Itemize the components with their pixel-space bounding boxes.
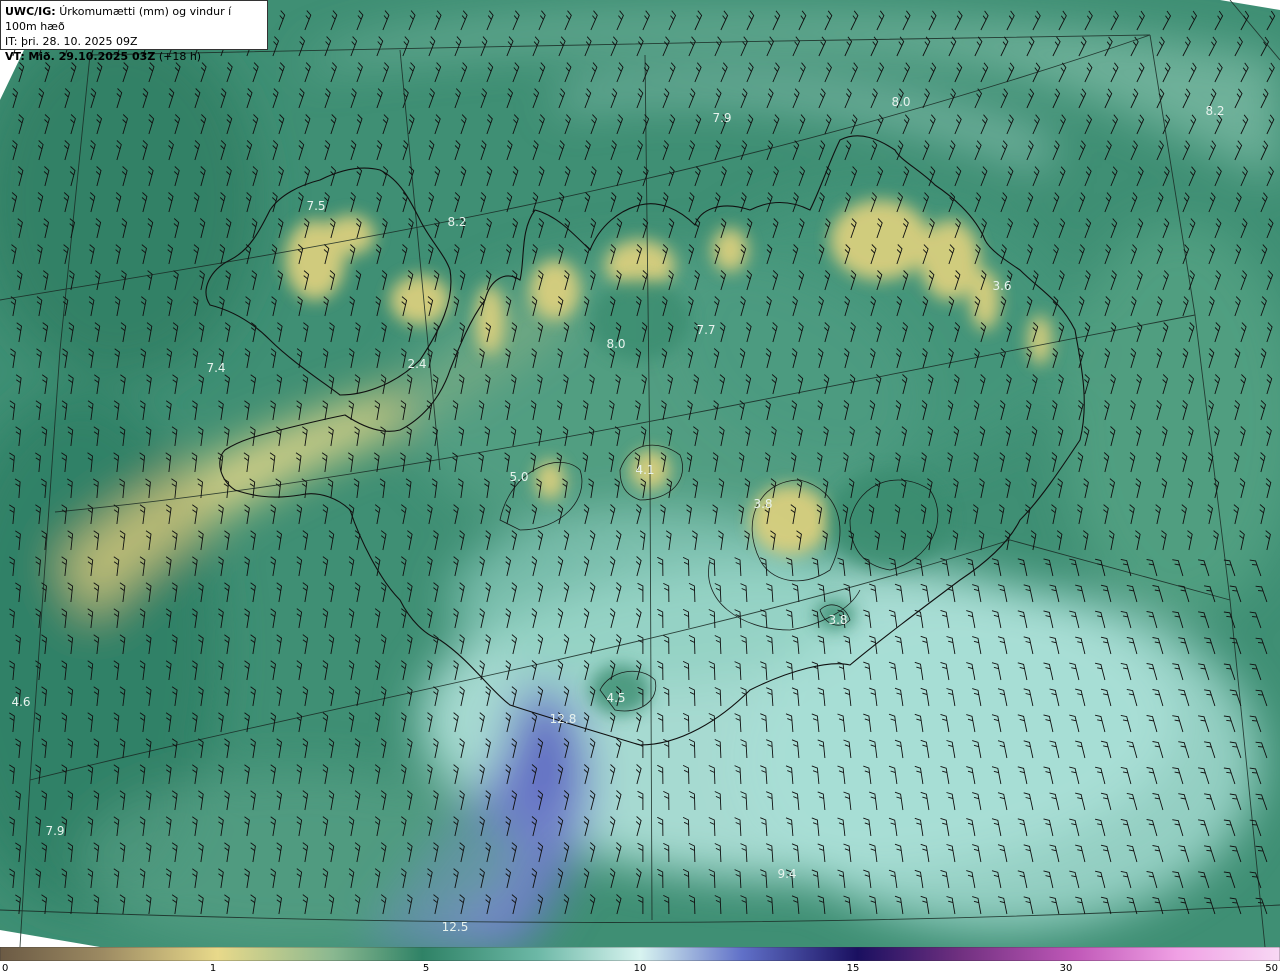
value-label: 5.0 (509, 470, 528, 484)
value-label: 3.6 (992, 279, 1011, 293)
value-label: 4.6 (11, 695, 30, 709)
it-value: þri. 28. 10. 2025 09Z (20, 35, 138, 48)
value-label: 12.5 (442, 920, 469, 934)
colorbar-tick-label: 15 (846, 963, 860, 974)
value-label: 12.8 (550, 712, 577, 726)
value-label: 4.1 (635, 463, 654, 477)
colorbar-tick-label: 5 (422, 963, 430, 974)
colorbar-tick-label: 0 (2, 963, 9, 974)
precipitation-map: 7.9 8.0 8.2 7.5 8.2 3.6 7.7 8.0 7.4 2.4 4.1 5.0 3.8 3… (0, 0, 1280, 947)
value-label: 7.4 (206, 361, 225, 375)
vt-label: VT: (5, 50, 25, 63)
value-label: 3.8 (828, 613, 847, 627)
value-label: 7.9 (45, 824, 64, 838)
value-label: 8.0 (891, 95, 910, 109)
vt-value: Mið. 29.10.2025 03Z (28, 50, 156, 63)
value-label: 8.0 (606, 337, 625, 351)
colorbar-tick-label: 10 (633, 963, 647, 974)
value-label: 9.4 (777, 867, 796, 881)
value-label: 7.7 (696, 323, 715, 337)
map-stage: 7.9 8.0 8.2 7.5 8.2 3.6 7.7 8.0 7.4 2.4 4.1 5.0 3.8 3… (0, 0, 1280, 978)
value-label: 4.5 (606, 691, 625, 705)
map-info-box: UWC/IG: Úrkomumætti (mm) og vindur í 100… (0, 0, 268, 63)
value-label: 2.4 (407, 357, 426, 371)
it-line: IT: þri. 28. 10. 2025 09Z (5, 34, 263, 49)
colorbar-tick-label: 1 (209, 963, 217, 974)
value-label: 7.9 (712, 111, 731, 125)
title-line: UWC/IG: Úrkomumætti (mm) og vindur í 100… (5, 4, 263, 34)
value-label: 3.8 (753, 497, 772, 511)
colorbar-tick-label: 30 (1059, 963, 1073, 974)
it-label: IT: (5, 35, 18, 48)
value-label: 7.5 (306, 199, 325, 213)
colorbar: 0 1 5 10 15 30 50 (0, 947, 1280, 978)
colorbar-gradient (0, 947, 1280, 961)
colorbar-tick-label: 50 (1265, 963, 1278, 974)
value-label: 8.2 (447, 215, 466, 229)
vt-offset: (+18 h) (158, 50, 202, 63)
product-code: UWC/IG: (5, 5, 56, 18)
value-label: 8.2 (1205, 104, 1224, 118)
vt-line: VT: Mið. 29.10.2025 03Z (+18 h) (5, 49, 263, 64)
